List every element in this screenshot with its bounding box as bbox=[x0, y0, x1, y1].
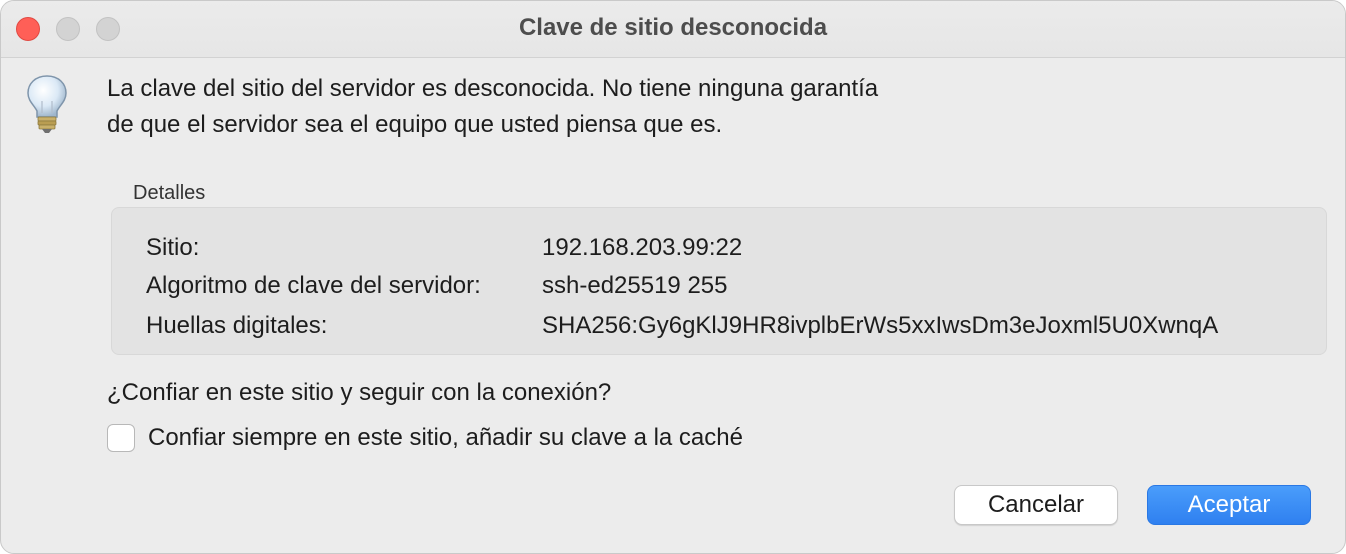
always-trust-label[interactable]: Confiar siempre en este sitio, añadir su… bbox=[148, 424, 743, 452]
always-trust-checkbox[interactable] bbox=[107, 424, 135, 452]
detail-key: Huellas digitales: bbox=[146, 312, 328, 339]
accept-button[interactable]: Aceptar bbox=[1147, 485, 1311, 525]
cancel-button[interactable]: Cancelar bbox=[954, 485, 1118, 525]
title-bar[interactable]: Clave de sitio desconocida bbox=[1, 1, 1345, 58]
detail-value: 192.168.203.99:22 bbox=[542, 234, 743, 261]
details-box: Sitio: 192.168.203.99:22 Algoritmo de cl… bbox=[111, 207, 1327, 355]
detail-row-fingerprint: Huellas digitales: SHA256:Gy6gKlJ9HR8ivp… bbox=[146, 312, 1218, 340]
dialog-window: Clave de sitio desconocida La clave del … bbox=[0, 0, 1346, 554]
detail-value: ssh-ed25519 255 bbox=[542, 272, 728, 299]
lightbulb-icon bbox=[27, 75, 67, 133]
detail-row-site: Sitio: 192.168.203.99:22 bbox=[146, 234, 742, 262]
details-label: Detalles bbox=[133, 182, 206, 204]
warning-message: La clave del sitio del servidor es desco… bbox=[107, 75, 879, 138]
detail-key: Algoritmo de clave del servidor: bbox=[146, 272, 481, 299]
detail-value: SHA256:Gy6gKlJ9HR8ivplbErWs5xxIwsDm3eJox… bbox=[542, 312, 1219, 339]
window-title: Clave de sitio desconocida bbox=[518, 14, 828, 41]
trust-question: ¿Confiar en este sitio y seguir con la c… bbox=[107, 379, 612, 406]
detail-row-algorithm: Algoritmo de clave del servidor: ssh-ed2… bbox=[146, 272, 727, 300]
detail-key: Sitio: bbox=[146, 234, 200, 261]
